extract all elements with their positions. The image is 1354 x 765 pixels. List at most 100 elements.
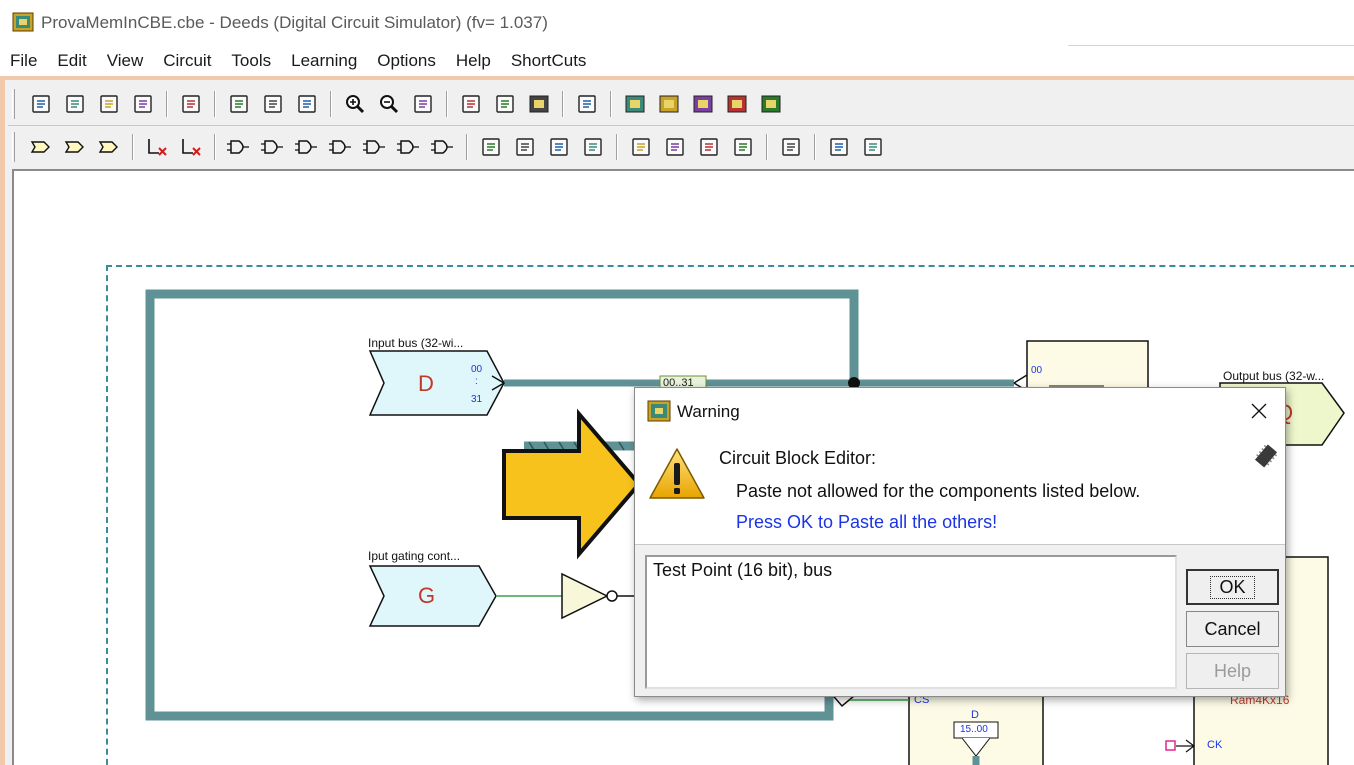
wire-delete-icon xyxy=(148,139,167,156)
xnor-gate-button[interactable] xyxy=(429,133,457,161)
eraser-button[interactable] xyxy=(491,90,519,118)
menu-file[interactable]: File xyxy=(0,47,47,75)
register-button[interactable] xyxy=(661,133,689,161)
help-button[interactable]: Help xyxy=(1186,653,1279,689)
menu-bar: File Edit View Circuit Tools Learning Options H… xyxy=(0,46,596,76)
component-e-icon xyxy=(761,95,781,113)
new-file-button[interactable] xyxy=(27,90,55,118)
bidir-port-button[interactable] xyxy=(95,133,123,161)
menu-view[interactable]: View xyxy=(97,47,154,75)
title-bar[interactable]: ProvaMemInCBE.cbe - Deeds (Digital Circu… xyxy=(0,0,1354,46)
input-bus-bit-mid: : xyxy=(475,376,478,387)
zoom-in-button[interactable] xyxy=(341,90,369,118)
open-folder-icon xyxy=(66,95,84,113)
close-icon xyxy=(1251,403,1267,419)
toolbar-separator xyxy=(466,134,468,160)
counter-icon xyxy=(700,138,718,156)
panel-button[interactable] xyxy=(859,133,887,161)
flipflop-button[interactable] xyxy=(627,133,655,161)
menu-options[interactable]: Options xyxy=(367,47,446,75)
warning-dialog: Warning Circuit Block Editor: Paste not … xyxy=(634,387,1286,697)
demux-button[interactable] xyxy=(511,133,539,161)
pan-hand-button[interactable] xyxy=(409,90,437,118)
memory-button[interactable] xyxy=(729,133,757,161)
warning-icon xyxy=(649,448,705,499)
save-button[interactable] xyxy=(95,90,123,118)
pan-hand-icon xyxy=(414,95,432,113)
component-e-button[interactable] xyxy=(757,90,785,118)
node-delete-button[interactable] xyxy=(177,133,205,161)
open-folder-button[interactable] xyxy=(61,90,89,118)
paste-icon xyxy=(298,95,316,113)
output-port-button[interactable] xyxy=(61,133,89,161)
menu-tools[interactable]: Tools xyxy=(221,47,281,75)
undo-button[interactable] xyxy=(177,90,205,118)
nor-gate-button[interactable] xyxy=(361,133,389,161)
wire-delete-button[interactable] xyxy=(143,133,171,161)
input-port-button[interactable] xyxy=(27,133,55,161)
panel-icon xyxy=(864,138,882,156)
demux-icon xyxy=(516,138,534,156)
bidir-port-icon xyxy=(98,141,118,153)
output-bus-label: Output bus (32-w... xyxy=(1223,369,1325,383)
input-port-icon xyxy=(30,141,50,153)
input-bus-port xyxy=(368,350,505,416)
component-c-button[interactable] xyxy=(689,90,717,118)
menu-shortcuts[interactable]: ShortCuts xyxy=(501,47,597,75)
xor-gate-button[interactable] xyxy=(395,133,423,161)
component-b-button[interactable] xyxy=(655,90,683,118)
select-arrow-button[interactable] xyxy=(457,90,485,118)
counter-button[interactable] xyxy=(695,133,723,161)
close-button[interactable] xyxy=(1243,396,1275,426)
cut-button[interactable] xyxy=(225,90,253,118)
flipflop-icon xyxy=(632,138,650,156)
decoder-icon xyxy=(550,138,568,156)
toolbar-separator xyxy=(562,91,564,117)
paste-button[interactable] xyxy=(293,90,321,118)
toolbar-grip[interactable] xyxy=(12,89,15,119)
mux-button[interactable] xyxy=(477,133,505,161)
toolbar-separator xyxy=(132,134,134,160)
input-bus-bit-top: 00 xyxy=(471,364,483,375)
cancel-button[interactable]: Cancel xyxy=(1186,611,1279,647)
menu-learning[interactable]: Learning xyxy=(281,47,367,75)
menu-edit[interactable]: Edit xyxy=(47,47,96,75)
component-chip-button[interactable] xyxy=(525,90,553,118)
dialog-title-bar[interactable]: Warning xyxy=(635,388,1285,432)
save-icon xyxy=(100,95,118,113)
component-a-button[interactable] xyxy=(621,90,649,118)
component-d-button[interactable] xyxy=(723,90,751,118)
toolbar-separator xyxy=(330,91,332,117)
nand-gate-button[interactable] xyxy=(293,133,321,161)
zoom-in-icon xyxy=(346,95,365,114)
menu-circuit[interactable]: Circuit xyxy=(153,47,221,75)
encoder-button[interactable] xyxy=(579,133,607,161)
block-button[interactable] xyxy=(777,133,805,161)
mux-icon xyxy=(482,138,500,156)
buffer-gate-button[interactable] xyxy=(225,133,253,161)
copy-button[interactable] xyxy=(259,90,287,118)
ck-source xyxy=(1165,740,1176,751)
register-pin-00: 00 xyxy=(1031,365,1043,376)
wire-tool-button[interactable] xyxy=(573,90,601,118)
properties-button[interactable] xyxy=(825,133,853,161)
eraser-icon xyxy=(496,95,514,113)
menu-help[interactable]: Help xyxy=(446,47,501,75)
toolbar-grip[interactable] xyxy=(12,132,15,162)
dialog-message: Paste not allowed for the components lis… xyxy=(736,481,1141,501)
component-a-icon xyxy=(625,95,645,113)
zoom-out-button[interactable] xyxy=(375,90,403,118)
toolbar-separator xyxy=(616,134,618,160)
or-gate-icon xyxy=(329,140,351,154)
decoder-button[interactable] xyxy=(545,133,573,161)
blocked-components-list[interactable]: Test Point (16 bit), bus xyxy=(645,555,1177,689)
print-button[interactable] xyxy=(129,90,157,118)
list-item[interactable]: Test Point (16 bit), bus xyxy=(653,560,1169,581)
or-gate-button[interactable] xyxy=(327,133,355,161)
toolbar-separator xyxy=(766,134,768,160)
and-gate-button[interactable] xyxy=(259,133,287,161)
d-range: 15..00 xyxy=(960,724,988,735)
ok-button[interactable]: OK xyxy=(1186,569,1279,605)
register-icon xyxy=(666,138,684,156)
toolbar-separator xyxy=(814,134,816,160)
